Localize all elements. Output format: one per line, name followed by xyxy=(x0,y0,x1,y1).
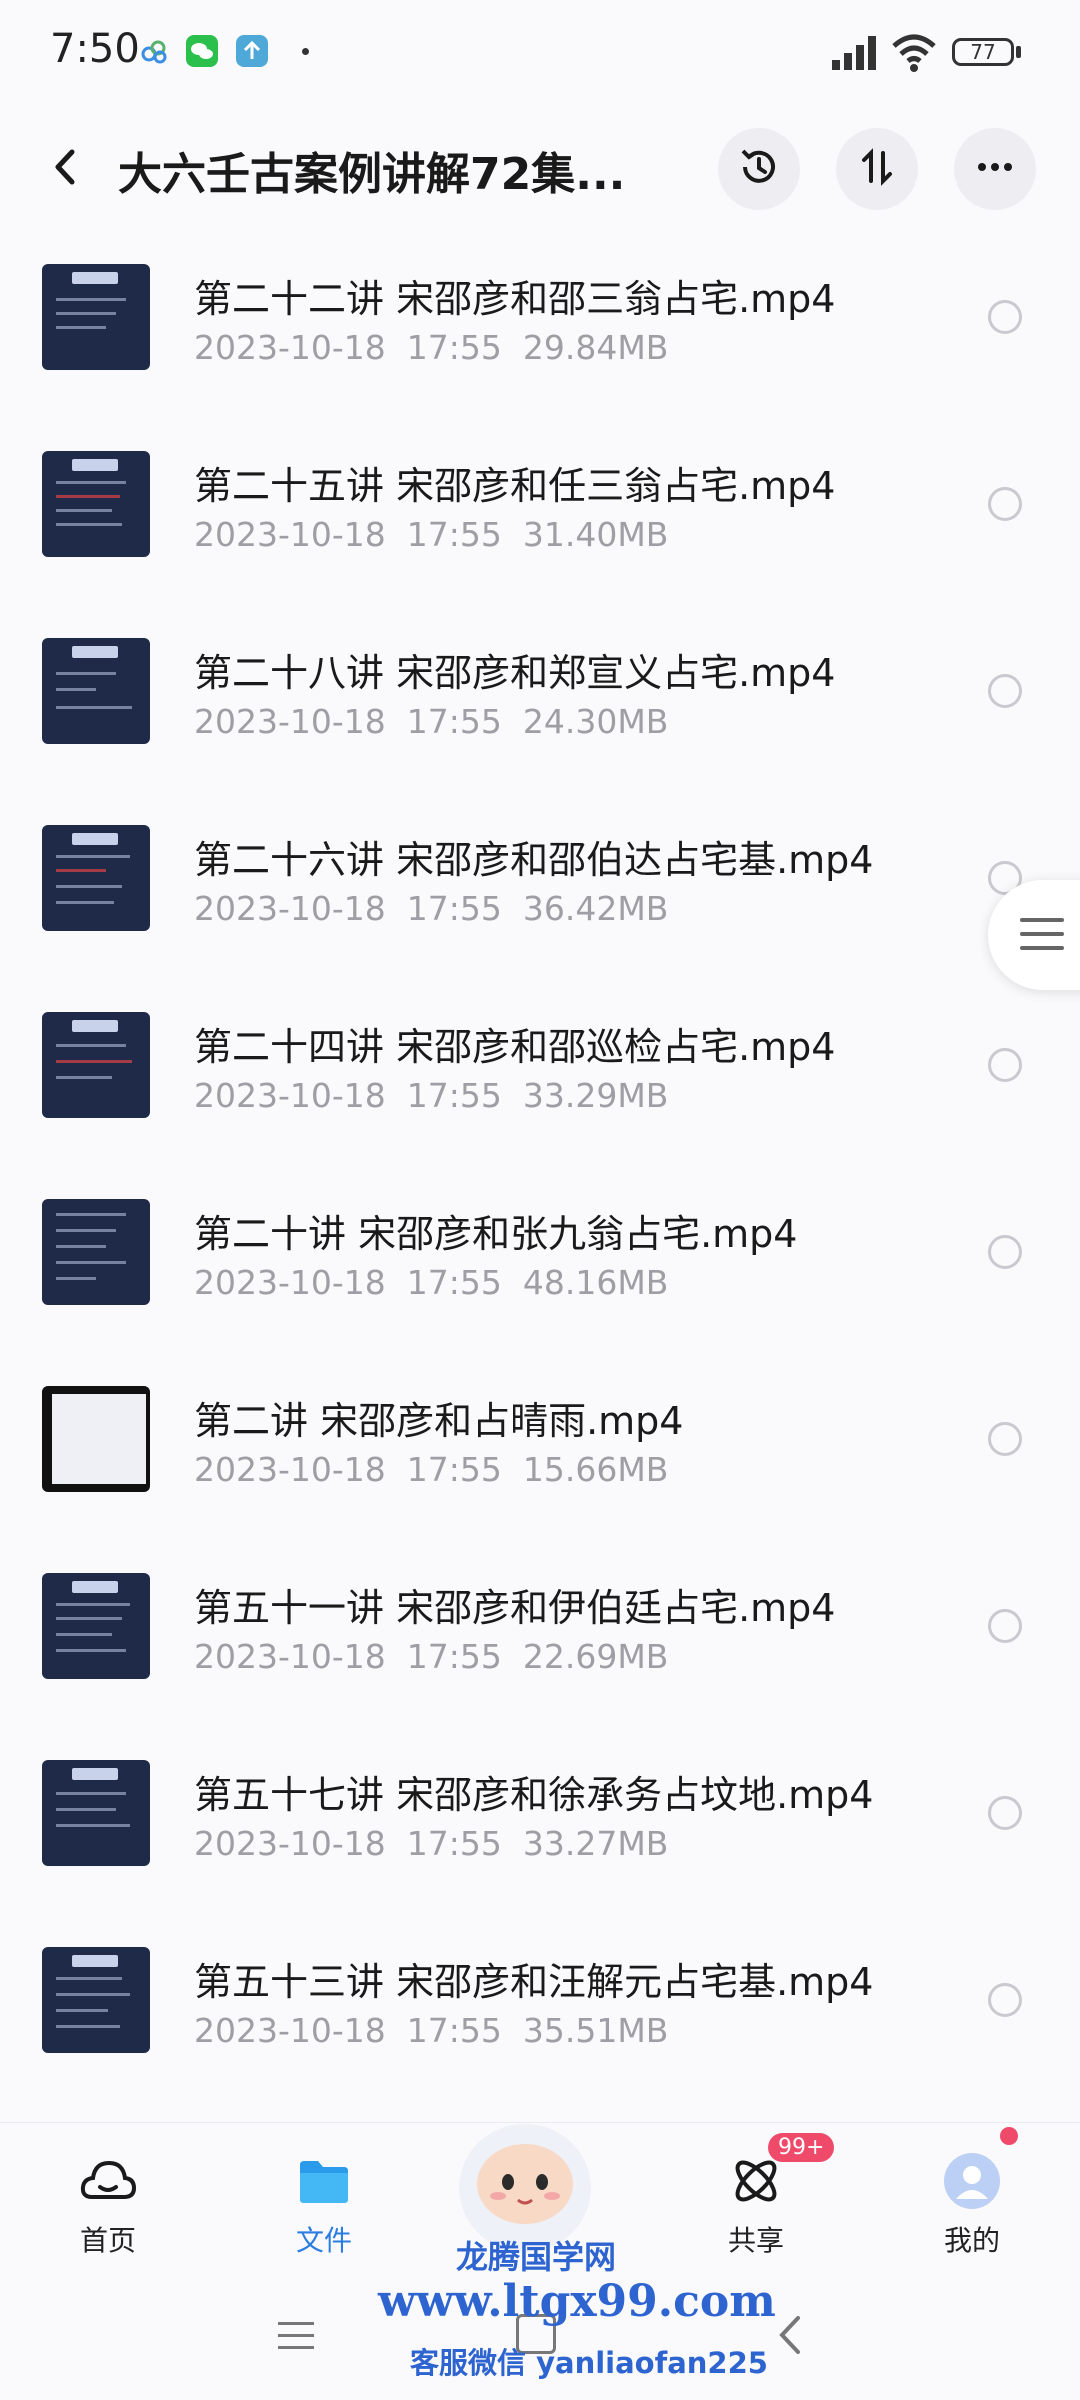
file-meta: 2023-10-18 17:55 31.40MB xyxy=(194,515,669,554)
file-row[interactable]: 第二十八讲 宋邵彦和郑宣义占宅.mp4 2023-10-18 17:55 24.… xyxy=(0,622,1080,809)
file-meta: 2023-10-18 17:55 33.27MB xyxy=(194,1824,669,1863)
file-meta: 2023-10-18 17:55 48.16MB xyxy=(194,1263,669,1302)
folder-icon xyxy=(294,2151,354,2211)
file-list: 第二十二讲 宋邵彦和邵三翁占宅.mp4 2023-10-18 17:55 29.… xyxy=(0,248,1080,2118)
system-back-icon[interactable] xyxy=(770,2312,810,2358)
tab-home-label: 首页 xyxy=(79,2224,136,2257)
select-checkbox[interactable] xyxy=(988,487,1022,521)
notification-dot xyxy=(1000,2127,1018,2145)
select-checkbox[interactable] xyxy=(988,1422,1022,1456)
tab-mine-label: 我的 xyxy=(943,2224,1000,2257)
tab-files[interactable]: 文件 xyxy=(244,2123,404,2273)
video-thumbnail xyxy=(42,1573,150,1679)
file-name: 第二十八讲 宋邵彦和郑宣义占宅.mp4 xyxy=(194,651,836,695)
wifi-icon xyxy=(890,30,938,74)
back-arrow-icon[interactable] xyxy=(42,142,92,192)
file-name: 第五十一讲 宋邵彦和伊伯廷占宅.mp4 xyxy=(194,1586,836,1630)
file-meta: 2023-10-18 17:55 36.42MB xyxy=(194,889,669,928)
history-button[interactable] xyxy=(718,128,800,210)
notification-dot xyxy=(302,48,309,55)
more-icon xyxy=(971,143,1019,195)
file-row[interactable]: 第二十五讲 宋邵彦和任三翁占宅.mp4 2023-10-18 17:55 31.… xyxy=(0,435,1080,622)
select-checkbox[interactable] xyxy=(988,300,1022,334)
file-meta: 2023-10-18 17:55 24.30MB xyxy=(194,702,669,741)
cloud-app-icon xyxy=(138,35,170,67)
recent-apps-icon[interactable] xyxy=(276,2318,316,2354)
tab-share[interactable]: 99+ 共享 xyxy=(676,2123,836,2273)
file-meta: 2023-10-18 17:55 22.69MB xyxy=(194,1637,669,1676)
battery-icon: 77 xyxy=(952,38,1014,66)
select-checkbox[interactable] xyxy=(988,1796,1022,1830)
tab-share-label: 共享 xyxy=(727,2224,784,2257)
file-meta: 2023-10-18 17:55 35.51MB xyxy=(194,2011,669,2050)
tab-mine[interactable]: 我的 xyxy=(892,2123,1052,2273)
file-name: 第二十讲 宋邵彦和张九翁占宅.mp4 xyxy=(194,1212,798,1256)
video-thumbnail xyxy=(42,1760,150,1866)
file-row[interactable]: 第五十三讲 宋邵彦和汪解元占宅基.mp4 2023-10-18 17:55 35… xyxy=(0,1931,1080,2118)
sort-button[interactable] xyxy=(836,128,918,210)
tab-files-label: 文件 xyxy=(295,2224,352,2257)
battery-tip xyxy=(1016,46,1021,58)
file-name: 第二讲 宋邵彦和占晴雨.mp4 xyxy=(194,1399,684,1443)
history-icon xyxy=(735,143,783,195)
cloud-home-icon xyxy=(78,2151,138,2211)
upload-app-icon xyxy=(236,35,268,67)
file-meta: 2023-10-18 17:55 33.29MB xyxy=(194,1076,669,1115)
more-button[interactable] xyxy=(954,128,1036,210)
file-row[interactable]: 第二讲 宋邵彦和占晴雨.mp4 2023-10-18 17:55 15.66MB xyxy=(0,1370,1080,1557)
file-row[interactable]: 第五十一讲 宋邵彦和伊伯廷占宅.mp4 2023-10-18 17:55 22.… xyxy=(0,1557,1080,1744)
file-row[interactable]: 第二十讲 宋邵彦和张九翁占宅.mp4 2023-10-18 17:55 48.1… xyxy=(0,1183,1080,1370)
select-checkbox[interactable] xyxy=(988,1235,1022,1269)
file-meta: 2023-10-18 17:55 29.84MB xyxy=(194,328,669,367)
video-thumbnail xyxy=(42,825,150,931)
file-row[interactable]: 第五十七讲 宋邵彦和徐承务占坟地.mp4 2023-10-18 17:55 33… xyxy=(0,1744,1080,1931)
watermark-brand: 龙腾国学网 xyxy=(456,2238,617,2276)
file-meta: 2023-10-18 17:55 15.66MB xyxy=(194,1450,669,1489)
video-thumbnail xyxy=(42,1012,150,1118)
file-name: 第二十二讲 宋邵彦和邵三翁占宅.mp4 xyxy=(194,277,836,321)
video-thumbnail xyxy=(42,638,150,744)
select-checkbox[interactable] xyxy=(988,674,1022,708)
file-name: 第二十五讲 宋邵彦和任三翁占宅.mp4 xyxy=(194,464,836,508)
file-name: 第二十六讲 宋邵彦和邵伯达占宅基.mp4 xyxy=(194,838,874,882)
wechat-icon xyxy=(186,35,218,67)
signal-icon xyxy=(830,32,888,72)
file-name: 第五十七讲 宋邵彦和徐承务占坟地.mp4 xyxy=(194,1773,874,1817)
page-title: 大六壬古案例讲解72集... xyxy=(118,149,626,200)
file-name: 第五十三讲 宋邵彦和汪解元占宅基.mp4 xyxy=(194,1960,874,2004)
header-bar: 大六壬古案例讲解72集... xyxy=(0,110,1080,230)
video-thumbnail xyxy=(42,451,150,557)
video-thumbnail xyxy=(42,1386,150,1492)
share-badge: 99+ xyxy=(768,2133,835,2162)
tab-home[interactable]: 首页 xyxy=(28,2123,188,2273)
status-time: 7:50 xyxy=(50,26,140,72)
file-row[interactable]: 第二十四讲 宋邵彦和邵巡检占宅.mp4 2023-10-18 17:55 33.… xyxy=(0,996,1080,1183)
watermark-url: www.ltgx99.com xyxy=(378,2276,776,2327)
status-bar: 7:50 77 xyxy=(0,0,1080,105)
file-row[interactable]: 第二十二讲 宋邵彦和邵三翁占宅.mp4 2023-10-18 17:55 29.… xyxy=(0,248,1080,435)
video-thumbnail xyxy=(42,1947,150,2053)
file-name: 第二十四讲 宋邵彦和邵巡检占宅.mp4 xyxy=(194,1025,836,1069)
menu-icon xyxy=(1020,918,1064,922)
video-thumbnail xyxy=(42,1199,150,1305)
watermark-contact: 客服微信 yanliaofan225 xyxy=(410,2346,768,2380)
select-checkbox[interactable] xyxy=(988,1609,1022,1643)
video-thumbnail xyxy=(42,264,150,370)
select-checkbox[interactable] xyxy=(988,1983,1022,2017)
avatar-icon xyxy=(942,2151,1002,2211)
file-row[interactable]: 第二十六讲 宋邵彦和邵伯达占宅基.mp4 2023-10-18 17:55 36… xyxy=(0,809,1080,996)
sort-icon xyxy=(853,143,901,195)
select-checkbox[interactable] xyxy=(988,1048,1022,1082)
